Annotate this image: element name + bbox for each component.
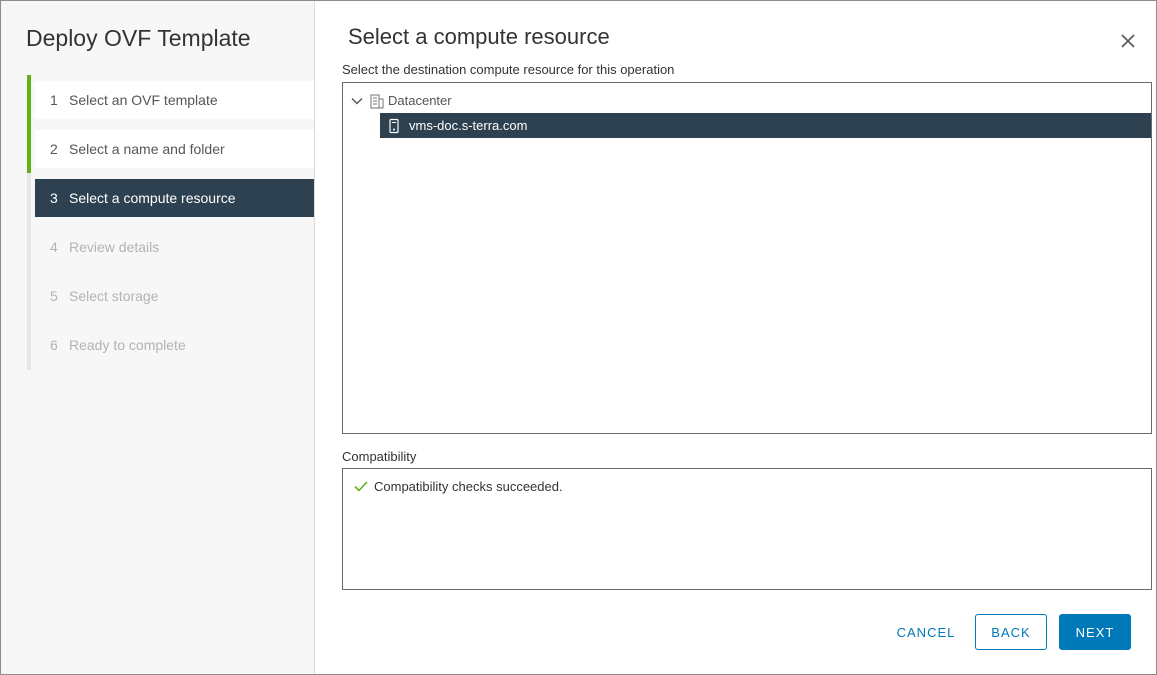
destination-description: Select the destination compute resource …	[342, 62, 675, 77]
step-5-select-storage: 5 Select storage	[35, 277, 314, 315]
steps-progress-bar	[27, 75, 31, 173]
compatibility-message: Compatibility checks succeeded.	[374, 478, 563, 494]
step-number: 6	[50, 337, 58, 353]
close-button[interactable]	[1116, 29, 1140, 53]
next-button[interactable]: NEXT	[1059, 614, 1131, 650]
step-label: Select storage	[69, 288, 159, 304]
host-icon	[389, 118, 399, 133]
step-6-ready-to-complete: 6 Ready to complete	[35, 326, 314, 364]
compatibility-panel: Compatibility checks succeeded.	[342, 468, 1152, 590]
compatibility-label: Compatibility	[342, 449, 417, 464]
step-number: 3	[50, 190, 58, 206]
step-1-select-ovf-template[interactable]: 1 Select an OVF template	[35, 81, 314, 119]
page-title: Select a compute resource	[348, 24, 610, 49]
step-2-select-name-folder[interactable]: 2 Select a name and folder	[35, 130, 314, 168]
deploy-ovf-dialog: Deploy OVF Template 1 Select an OVF temp…	[0, 0, 1157, 675]
tree-node-datacenter[interactable]: Datacenter	[349, 88, 452, 113]
wizard-content: Select a compute resource Select the des…	[315, 1, 1156, 674]
back-button[interactable]: BACK	[975, 614, 1047, 650]
step-label: Select a name and folder	[69, 141, 225, 157]
compute-resource-tree: Datacenter vms-doc.s-terra.com	[342, 82, 1152, 434]
wizard-title: Deploy OVF Template	[26, 25, 251, 51]
check-icon	[354, 481, 368, 492]
step-4-review-details: 4 Review details	[35, 228, 314, 266]
step-label: Review details	[69, 239, 160, 255]
tree-node-label: Datacenter	[388, 93, 452, 108]
step-number: 4	[50, 239, 58, 255]
compatibility-status: Compatibility checks succeeded.	[353, 478, 563, 494]
wizard-sidebar: Deploy OVF Template 1 Select an OVF temp…	[1, 1, 315, 674]
wizard-steps: 1 Select an OVF template 2 Select a name…	[27, 75, 318, 370]
datacenter-icon	[370, 94, 384, 108]
step-label: Select a compute resource	[69, 190, 236, 206]
step-label: Select an OVF template	[69, 92, 218, 108]
step-number: 1	[50, 92, 58, 108]
tree-node-host[interactable]: vms-doc.s-terra.com	[380, 113, 1151, 138]
step-label: Ready to complete	[69, 337, 186, 353]
close-icon	[1121, 34, 1135, 48]
step-number: 2	[50, 141, 58, 157]
tree-node-label: vms-doc.s-terra.com	[409, 118, 528, 133]
step-3-select-compute-resource[interactable]: 3 Select a compute resource	[35, 179, 314, 217]
cancel-button[interactable]: CANCEL	[887, 614, 965, 650]
chevron-down-icon[interactable]	[349, 93, 365, 109]
step-number: 5	[50, 288, 58, 304]
